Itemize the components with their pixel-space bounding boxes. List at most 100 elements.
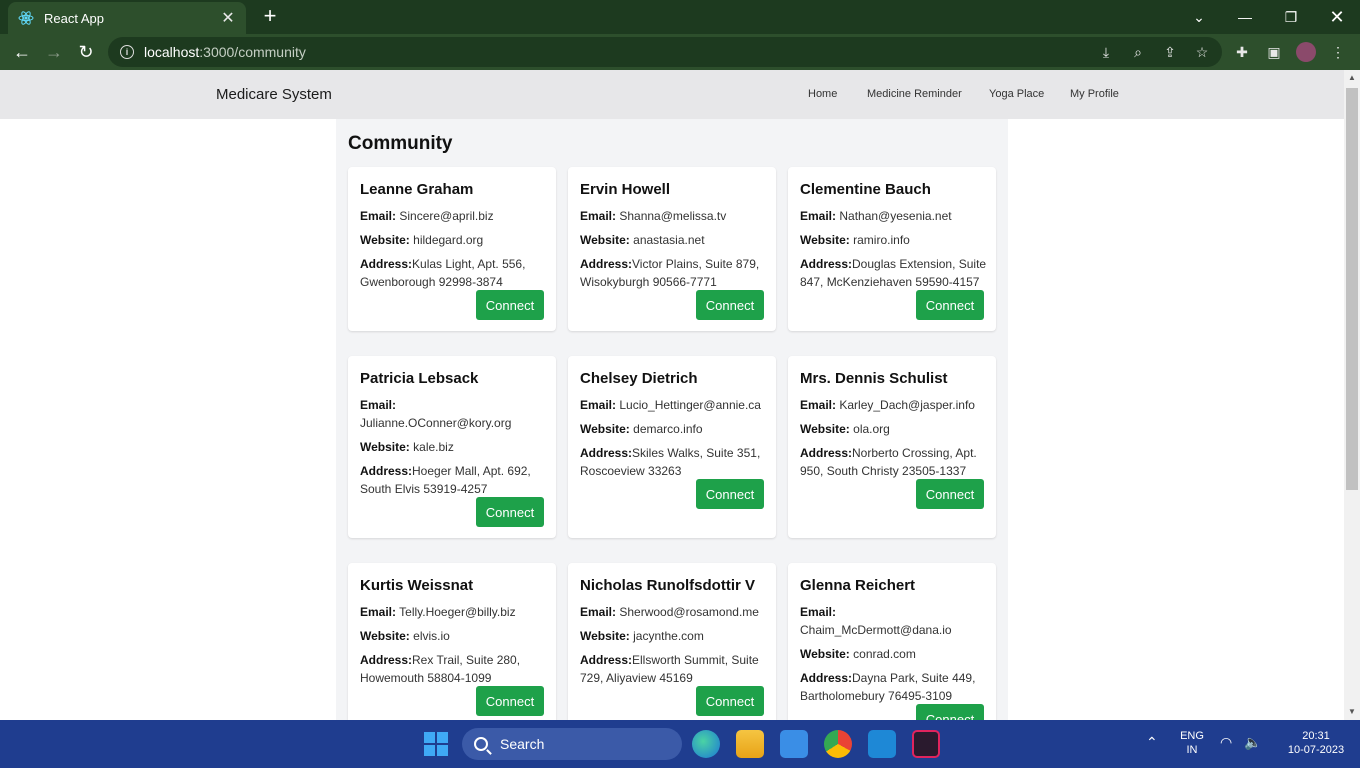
user-email: Email: Sincere@april.biz <box>360 209 494 223</box>
user-name: Patricia Lebsack <box>360 370 479 387</box>
menu-kebab-icon[interactable]: ⋮ <box>1328 42 1348 62</box>
bookmark-star-icon[interactable]: ☆ <box>1192 42 1212 62</box>
app-navbar: Medicare System Home Medicine Reminder Y… <box>0 70 1344 119</box>
user-website: Website: ramiro.info <box>800 233 910 247</box>
share-icon[interactable]: ⇪ <box>1160 42 1180 62</box>
address-bar[interactable]: i localhost:3000/community <box>108 37 1222 67</box>
connect-button[interactable]: Connect <box>916 704 984 720</box>
profile-avatar[interactable] <box>1296 42 1316 62</box>
volume-icon[interactable]: 🔈 <box>1244 734 1261 751</box>
browser-toolbar: ← → ↻ i localhost:3000/community ⤓ ⌕ ⇪ ☆… <box>0 34 1360 70</box>
nav-my-profile[interactable]: My Profile <box>1070 88 1119 100</box>
close-window-icon[interactable]: ✕ <box>1314 0 1360 34</box>
lang-bottom: IN <box>1186 744 1198 756</box>
forward-icon[interactable]: → <box>40 38 68 66</box>
user-email: Email: Sherwood@rosamond.me <box>580 605 759 619</box>
user-address: Address:Kulas Light, Apt. 556, Gwenborou… <box>360 257 526 289</box>
search-label: Search <box>500 736 545 752</box>
connect-button[interactable]: Connect <box>916 479 984 509</box>
connect-button[interactable]: Connect <box>476 290 544 320</box>
close-tab-icon[interactable]: ✕ <box>220 8 236 28</box>
clock-time: 20:31 <box>1302 730 1330 742</box>
user-address: Address:Rex Trail, Suite 280, Howemouth … <box>360 653 521 685</box>
restore-icon[interactable]: ❐ <box>1268 0 1314 34</box>
scroll-down-icon[interactable]: ▼ <box>1344 704 1360 720</box>
app-icon[interactable] <box>912 730 940 758</box>
user-name: Ervin Howell <box>580 181 671 198</box>
connect-button[interactable]: Connect <box>696 290 764 320</box>
user-card: Mrs. Dennis Schulist Email: Karley_Dach@… <box>788 356 996 538</box>
show-hidden-icons-chevron-icon[interactable]: ⌃ <box>1146 734 1158 751</box>
user-address: Address:Norberto Crossing, Apt. 950, Sou… <box>800 446 977 478</box>
scrollbar-thumb[interactable] <box>1346 88 1358 490</box>
user-name: Chelsey Dietrich <box>580 370 698 387</box>
zoom-icon[interactable]: ⌕ <box>1128 42 1148 62</box>
chrome-icon[interactable] <box>824 730 852 758</box>
user-email: Email: Chaim_McDermott@dana.io <box>800 605 952 637</box>
taskbar-search[interactable]: Search <box>462 728 682 760</box>
user-address: Address:Hoeger Mall, Apt. 692, South Elv… <box>360 464 531 496</box>
user-name: Clementine Bauch <box>800 181 931 198</box>
user-card: Kurtis Weissnat Email: Telly.Hoeger@bill… <box>348 563 556 720</box>
url-path: :3000/community <box>199 44 306 60</box>
browser-tab-bar: React App ✕ + ⌄ — ❐ ✕ <box>0 0 1360 34</box>
user-card: Nicholas Runolfsdottir V Email: Sherwood… <box>568 563 776 720</box>
user-website: Website: jacynthe.com <box>580 629 704 643</box>
connect-button[interactable]: Connect <box>696 686 764 716</box>
scroll-up-icon[interactable]: ▲ <box>1344 70 1360 86</box>
user-card: Chelsey Dietrich Email: Lucio_Hettinger@… <box>568 356 776 538</box>
user-name: Leanne Graham <box>360 181 474 198</box>
brand-title[interactable]: Medicare System <box>216 86 332 103</box>
user-email: Email: Shanna@melissa.tv <box>580 209 727 223</box>
user-card: Leanne Graham Email: Sincere@april.biz W… <box>348 167 556 331</box>
user-email: Email: Telly.Hoeger@billy.biz <box>360 605 516 619</box>
install-app-icon[interactable]: ⤓ <box>1096 42 1116 62</box>
nav-home[interactable]: Home <box>808 88 837 100</box>
page-title: Community <box>348 133 453 154</box>
user-website: Website: kale.biz <box>360 440 454 454</box>
minimize-icon[interactable]: — <box>1222 0 1268 34</box>
user-card: Ervin Howell Email: Shanna@melissa.tv We… <box>568 167 776 331</box>
user-website: Website: elvis.io <box>360 629 450 643</box>
connect-button[interactable]: Connect <box>916 290 984 320</box>
tab-title: React App <box>44 10 104 26</box>
user-email: Email: Karley_Dach@jasper.info <box>800 398 975 412</box>
user-name: Nicholas Runolfsdottir V <box>580 577 756 594</box>
user-website: Website: demarco.info <box>580 422 703 436</box>
user-address: Address:Dayna Park, Suite 449, Bartholom… <box>800 671 976 703</box>
page-scrollbar[interactable]: ▲ ▼ <box>1344 70 1360 720</box>
user-name: Mrs. Dennis Schulist <box>800 370 948 387</box>
browser-tab[interactable]: React App ✕ <box>8 2 246 34</box>
nav-yoga-place[interactable]: Yoga Place <box>989 88 1044 100</box>
user-name: Glenna Reichert <box>800 577 916 594</box>
site-info-icon[interactable]: i <box>120 45 134 59</box>
extensions-icon[interactable]: ✚ <box>1232 42 1252 62</box>
vscode-icon[interactable] <box>868 730 896 758</box>
search-icon <box>474 737 488 751</box>
user-website: Website: hildegard.org <box>360 233 484 247</box>
edge-icon[interactable] <box>692 730 720 758</box>
windows-start-icon[interactable] <box>424 732 448 756</box>
language-indicator[interactable]: ENG IN <box>1176 730 1208 756</box>
back-icon[interactable]: ← <box>8 38 36 66</box>
tab-search-chevron-icon[interactable]: ⌄ <box>1176 0 1222 34</box>
user-address: Address:Victor Plains, Suite 879, Wisoky… <box>580 257 760 289</box>
user-name: Kurtis Weissnat <box>360 577 474 594</box>
file-explorer-icon[interactable] <box>736 730 764 758</box>
new-tab-button[interactable]: + <box>258 4 282 28</box>
windows-taskbar: Search ⌃ ENG IN ◠ 🔈 20:31 10-07-2023 <box>0 720 1360 768</box>
side-panel-icon[interactable]: ▣ <box>1264 42 1284 62</box>
connect-button[interactable]: Connect <box>476 686 544 716</box>
user-website: Website: ola.org <box>800 422 890 436</box>
user-email: Email: Nathan@yesenia.net <box>800 209 952 223</box>
connect-button[interactable]: Connect <box>696 479 764 509</box>
reload-icon[interactable]: ↻ <box>72 38 100 66</box>
mail-icon[interactable] <box>780 730 808 758</box>
clock[interactable]: 20:31 10-07-2023 <box>1276 730 1356 756</box>
user-address: Address:Skiles Walks, Suite 351, Roscoev… <box>580 446 761 478</box>
wifi-icon[interactable]: ◠ <box>1220 734 1232 751</box>
nav-medicine-reminder[interactable]: Medicine Reminder <box>867 88 962 100</box>
page-viewport: Medicare System Home Medicine Reminder Y… <box>0 70 1344 720</box>
connect-button[interactable]: Connect <box>476 497 544 527</box>
user-card: Clementine Bauch Email: Nathan@yesenia.n… <box>788 167 996 331</box>
